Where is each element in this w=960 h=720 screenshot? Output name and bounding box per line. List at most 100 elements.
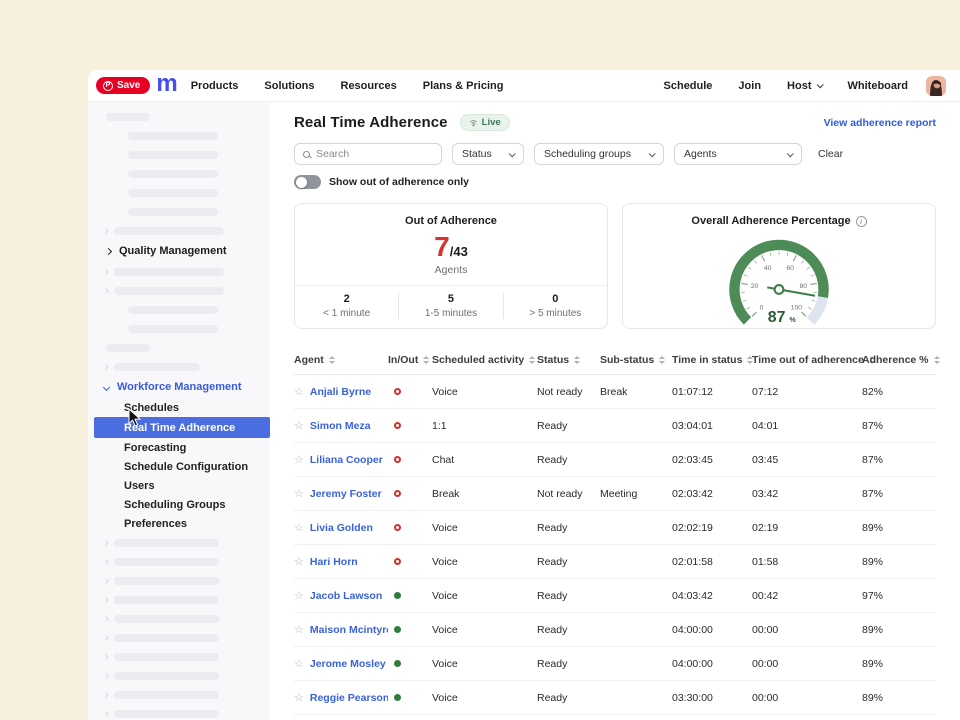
agent-name-link[interactable]: Simon Meza xyxy=(310,420,371,432)
favorite-star-icon[interactable]: ☆ xyxy=(294,453,304,466)
nav-item-plans-pricing[interactable]: Plans & Pricing xyxy=(423,80,504,92)
agent-name-link[interactable]: Jerome Mosley xyxy=(310,658,386,670)
sidebar-item-preferences[interactable]: Preferences xyxy=(88,514,270,533)
agent-name-link[interactable]: Hari Horn xyxy=(310,556,358,568)
sort-icon[interactable] xyxy=(659,356,665,364)
table-row[interactable]: ☆Livia GoldenVoiceReady02:02:1902:1989% xyxy=(294,511,936,545)
skeleton-bar xyxy=(114,287,224,295)
sidebar-skeleton-row xyxy=(88,666,270,685)
svg-text:0: 0 xyxy=(760,304,764,311)
sidebar-item-scheduling-groups[interactable]: Scheduling Groups xyxy=(88,495,270,514)
nav-item-whiteboard[interactable]: Whiteboard xyxy=(848,80,909,92)
column-header-time-in-status[interactable]: Time in status xyxy=(672,354,752,366)
favorite-star-icon[interactable]: ☆ xyxy=(294,691,304,704)
miro-logo[interactable]: m xyxy=(156,72,176,96)
chevron-right-icon xyxy=(105,247,112,254)
agent-name-link[interactable]: Jeremy Foster xyxy=(310,488,382,500)
table-row[interactable]: ☆Jerome MosleyVoiceReady04:00:0000:0089% xyxy=(294,647,936,681)
column-header-scheduled-activity[interactable]: Scheduled activity xyxy=(432,354,537,366)
table-row[interactable]: ☆Liliana CooperChatReady02:03:4503:4587% xyxy=(294,443,936,477)
pinterest-save-button[interactable]: P Save xyxy=(96,77,150,94)
favorite-star-icon[interactable]: ☆ xyxy=(294,589,304,602)
favorite-star-icon[interactable]: ☆ xyxy=(294,623,304,636)
agent-name-link[interactable]: Liliana Cooper xyxy=(310,454,383,466)
inout-cell xyxy=(388,388,432,395)
favorite-star-icon[interactable]: ☆ xyxy=(294,385,304,398)
table-row[interactable]: ☆Hari HornVoiceReady02:01:5801:5889% xyxy=(294,545,936,579)
top-navigation-bar: P Save m Products Solutions Resources Plans… xyxy=(88,70,960,102)
column-header-adherence-%[interactable]: Adherence % xyxy=(862,354,940,366)
breakdown-label: 1-5 minutes xyxy=(399,308,502,319)
column-header-agent[interactable]: Agent xyxy=(294,354,388,366)
favorite-star-icon[interactable]: ☆ xyxy=(294,657,304,670)
status-cell: Ready xyxy=(537,454,600,466)
agent-cell: ☆ Livia Golden xyxy=(294,521,388,534)
nav-item-resources[interactable]: Resources xyxy=(341,80,397,92)
show-out-of-adherence-toggle[interactable] xyxy=(294,175,321,189)
column-header-time-out-of-adherence[interactable]: Time out of adherence xyxy=(752,354,862,366)
sidebar-item-label: Real Time Adherence xyxy=(94,417,270,438)
favorite-star-icon[interactable]: ☆ xyxy=(294,521,304,534)
nav-item-schedule[interactable]: Schedule xyxy=(664,80,713,92)
pinterest-icon: P xyxy=(103,81,113,91)
agent-name-link[interactable]: Anjali Byrne xyxy=(310,386,371,398)
sidebar-item-users[interactable]: Users xyxy=(88,476,270,495)
nav-item-host[interactable]: Host xyxy=(787,80,821,92)
favorite-star-icon[interactable]: ☆ xyxy=(294,419,304,432)
nav-item-products[interactable]: Products xyxy=(191,80,239,92)
scheduled-activity-cell: Voice xyxy=(432,590,537,602)
column-header-in-out[interactable]: In/Out xyxy=(388,354,432,366)
sidebar-item-forecasting[interactable]: Forecasting xyxy=(88,438,270,457)
table-row[interactable]: ☆Maison McintyreVoiceReady04:00:0000:008… xyxy=(294,613,936,647)
time-out-of-adherence-cell: 00:42 xyxy=(752,590,862,602)
column-header-sub-status[interactable]: Sub-status xyxy=(600,354,672,366)
favorite-star-icon[interactable]: ☆ xyxy=(294,555,304,568)
time-out-of-adherence-cell: 04:01 xyxy=(752,420,862,432)
sort-icon[interactable] xyxy=(329,356,335,364)
sort-icon[interactable] xyxy=(934,356,940,364)
sidebar-section-workforce-management[interactable]: Workforce Management xyxy=(88,376,270,398)
sidebar-item-schedules[interactable]: Schedules xyxy=(88,398,270,417)
time-out-of-adherence-cell: 00:00 xyxy=(752,692,862,704)
info-icon[interactable]: i xyxy=(856,216,867,227)
sort-icon[interactable] xyxy=(423,356,429,364)
dropdown-agents[interactable]: Agents xyxy=(674,143,802,165)
dropdown-status[interactable]: Status xyxy=(452,143,524,165)
sort-icon[interactable] xyxy=(574,356,580,364)
table-row[interactable]: ☆Reggie PearsonVoiceReady03:30:0000:0089… xyxy=(294,681,936,715)
table-row[interactable]: ☆Jacob LawsonVoiceReady04:03:4200:4297% xyxy=(294,579,936,613)
breakdown-value: 0 xyxy=(504,293,607,305)
nav-item-solutions[interactable]: Solutions xyxy=(264,80,314,92)
table-row[interactable]: ☆Jeremy FosterBreakNot readyMeeting02:03… xyxy=(294,477,936,511)
agent-name-link[interactable]: Jacob Lawson xyxy=(310,590,382,602)
agent-name-link[interactable]: Livia Golden xyxy=(310,522,373,534)
sidebar-item-real-time-adherence[interactable]: Real Time Adherence xyxy=(88,417,270,438)
sidebar-section-quality-management[interactable]: Quality Management xyxy=(88,240,270,262)
favorite-star-icon[interactable]: ☆ xyxy=(294,487,304,500)
view-adherence-report-link[interactable]: View adherence report xyxy=(824,117,936,129)
column-label: Adherence % xyxy=(862,354,929,366)
nav-item-join[interactable]: Join xyxy=(738,80,761,92)
adherence-cell: 89% xyxy=(862,522,936,534)
sort-desc-icon xyxy=(529,361,535,364)
out-of-adherence-dot xyxy=(394,388,401,395)
chevron-placeholder-icon xyxy=(103,654,109,660)
agent-name-link[interactable]: Reggie Pearson xyxy=(310,692,388,704)
scheduled-activity-cell: Voice xyxy=(432,692,537,704)
table-header-row: AgentIn/OutScheduled activityStatusSub-s… xyxy=(294,345,936,375)
user-avatar[interactable] xyxy=(926,76,946,96)
search-input[interactable] xyxy=(316,148,433,160)
scheduled-activity-cell: Voice xyxy=(432,522,537,534)
chevron-placeholder-icon xyxy=(103,364,109,370)
adherence-gauge: 02040608010087% xyxy=(623,229,935,329)
clear-filters-button[interactable]: Clear xyxy=(818,148,843,160)
table-row[interactable]: ☆Anjali ByrneVoiceNot readyBreak01:07:12… xyxy=(294,375,936,409)
sidebar-item-schedule-configuration[interactable]: Schedule Configuration xyxy=(88,457,270,476)
table-row[interactable]: ☆Simon Meza1:1Ready03:04:0104:0187% xyxy=(294,409,936,443)
inout-cell xyxy=(388,422,432,429)
dropdown-scheduling-groups[interactable]: Scheduling groups xyxy=(534,143,664,165)
agent-name-link[interactable]: Maison Mcintyre xyxy=(310,624,388,636)
column-header-status[interactable]: Status xyxy=(537,354,600,366)
sidebar-skeleton-row xyxy=(88,281,270,300)
sort-icon[interactable] xyxy=(529,356,535,364)
